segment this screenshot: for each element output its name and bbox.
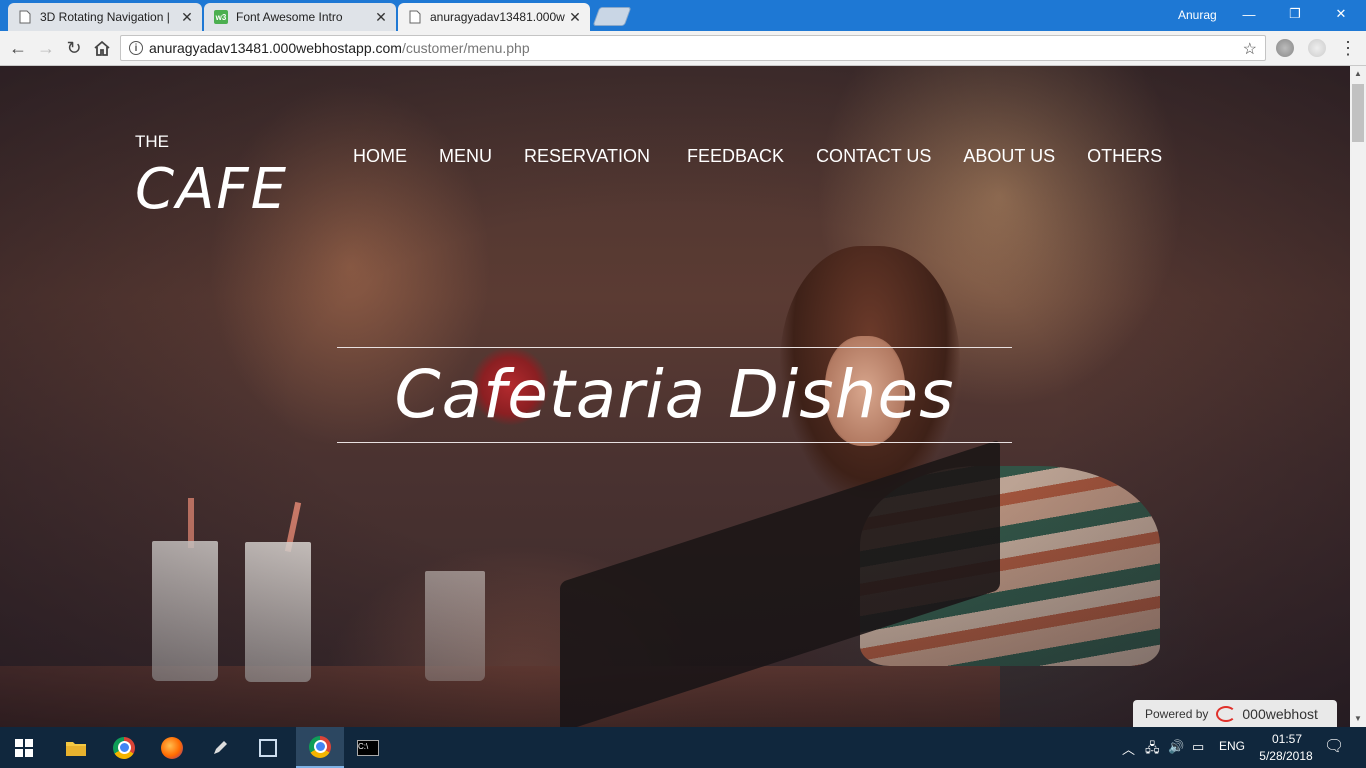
volume-icon[interactable]: 🔊 bbox=[1168, 739, 1184, 755]
document-icon bbox=[408, 10, 422, 24]
000webhost-logo-icon bbox=[1216, 706, 1237, 722]
language-indicator[interactable]: ENG bbox=[1219, 739, 1245, 753]
profile-name[interactable]: Anurag bbox=[1178, 8, 1217, 22]
close-icon[interactable]: ✕ bbox=[372, 9, 390, 26]
nav-reservation[interactable]: RESERVATION bbox=[524, 146, 650, 167]
new-tab-button[interactable] bbox=[592, 7, 632, 26]
scroll-up-arrow-icon[interactable]: ▲ bbox=[1350, 66, 1366, 82]
clock-time[interactable]: 01:57 bbox=[1262, 732, 1312, 746]
home-icon[interactable] bbox=[90, 37, 114, 59]
tab-active-menu-page[interactable]: anuragyadav13481.000w ✕ bbox=[398, 3, 590, 31]
restore-icon[interactable]: ❐ bbox=[1272, 0, 1318, 28]
divider bbox=[337, 442, 1012, 443]
chevron-up-icon[interactable]: ︿ bbox=[1122, 739, 1135, 758]
nav-menu[interactable]: MENU bbox=[439, 146, 492, 167]
extension-icon[interactable] bbox=[1276, 39, 1294, 57]
tab-font-awesome-intro[interactable]: w3 Font Awesome Intro ✕ bbox=[204, 3, 396, 31]
browser-titlebar: 3D Rotating Navigation | ✕ w3 Font Aweso… bbox=[0, 0, 1366, 31]
chrome-menu-icon[interactable]: ⋮ bbox=[1336, 37, 1360, 59]
file-explorer-icon[interactable] bbox=[52, 727, 100, 768]
firefox-icon[interactable] bbox=[148, 727, 196, 768]
extension-icon[interactable] bbox=[1308, 39, 1326, 57]
reload-icon[interactable]: ↻ bbox=[62, 37, 86, 59]
battery-icon[interactable]: ▭ bbox=[1192, 739, 1204, 755]
scroll-down-arrow-icon[interactable]: ▼ bbox=[1350, 711, 1366, 727]
powered-label: Powered by bbox=[1145, 707, 1209, 721]
hero-title: Cafetaria Dishes bbox=[394, 356, 955, 433]
tab-3d-rotating-navigation[interactable]: 3D Rotating Navigation | ✕ bbox=[8, 3, 202, 31]
close-icon[interactable]: ✕ bbox=[178, 9, 196, 26]
tab-title: Font Awesome Intro bbox=[236, 10, 343, 24]
logo-the[interactable]: THE bbox=[135, 132, 169, 152]
forward-arrow-icon[interactable]: → bbox=[34, 37, 58, 59]
powered-brand: 000webhost bbox=[1242, 706, 1318, 722]
nav-home[interactable]: HOME bbox=[353, 146, 407, 167]
scrollbar-thumb[interactable] bbox=[1352, 84, 1364, 142]
minimize-icon[interactable]: — bbox=[1226, 0, 1272, 28]
browser-toolbar: ← → ↻ i anuragyadav13481.000webhostapp.c… bbox=[0, 31, 1366, 66]
windows-start-icon[interactable] bbox=[0, 727, 48, 768]
w3schools-icon: w3 bbox=[214, 10, 228, 24]
nav-contact-us[interactable]: CONTACT US bbox=[816, 146, 931, 167]
nav-feedback[interactable]: FEEDBACK bbox=[687, 146, 784, 167]
tab-title: anuragyadav13481.000w bbox=[430, 10, 565, 24]
document-icon bbox=[18, 10, 32, 24]
close-icon[interactable]: ✕ bbox=[566, 9, 584, 26]
code-editor-icon[interactable] bbox=[244, 727, 292, 768]
command-prompt-icon[interactable]: C:\ bbox=[344, 727, 392, 768]
chrome-active-icon[interactable] bbox=[296, 727, 344, 768]
network-icon[interactable]: 🖧 bbox=[1145, 739, 1160, 761]
close-window-icon[interactable]: ✕ bbox=[1318, 0, 1364, 28]
page-scrollbar[interactable] bbox=[1350, 66, 1366, 727]
nav-about-us[interactable]: ABOUT US bbox=[963, 146, 1055, 167]
divider bbox=[337, 347, 1012, 348]
main-nav: HOME MENU RESERVATION FEEDBACK CONTACT U… bbox=[353, 146, 1194, 167]
chrome-icon[interactable] bbox=[100, 727, 148, 768]
back-arrow-icon[interactable]: ← bbox=[6, 37, 30, 59]
logo-cafe[interactable]: CAFE bbox=[135, 157, 288, 222]
pen-tool-icon[interactable] bbox=[196, 727, 244, 768]
windows-taskbar: C:\ ︿ 🖧 🔊 ▭ ENG 01:57 5/28/2018 🗨 bbox=[0, 727, 1366, 768]
address-bar[interactable]: i anuragyadav13481.000webhostapp.com/cus… bbox=[120, 35, 1266, 61]
powered-by-badge[interactable]: Powered by 000webhost bbox=[1133, 700, 1337, 727]
hero-section: THE CAFE HOME MENU RESERVATION FEEDBACK … bbox=[0, 66, 1350, 727]
notification-icon[interactable]: 🗨 bbox=[1324, 736, 1344, 756]
bookmark-star-icon[interactable]: ☆ bbox=[1243, 39, 1257, 59]
nav-others[interactable]: OTHERS bbox=[1087, 146, 1162, 167]
clock-date[interactable]: 5/28/2018 bbox=[1254, 749, 1318, 763]
url-path: /customer/menu.php bbox=[401, 40, 530, 56]
url-host: anuragyadav13481.000webhostapp.com bbox=[149, 40, 402, 56]
info-icon[interactable]: i bbox=[129, 41, 143, 55]
tab-title: 3D Rotating Navigation | bbox=[40, 10, 170, 24]
